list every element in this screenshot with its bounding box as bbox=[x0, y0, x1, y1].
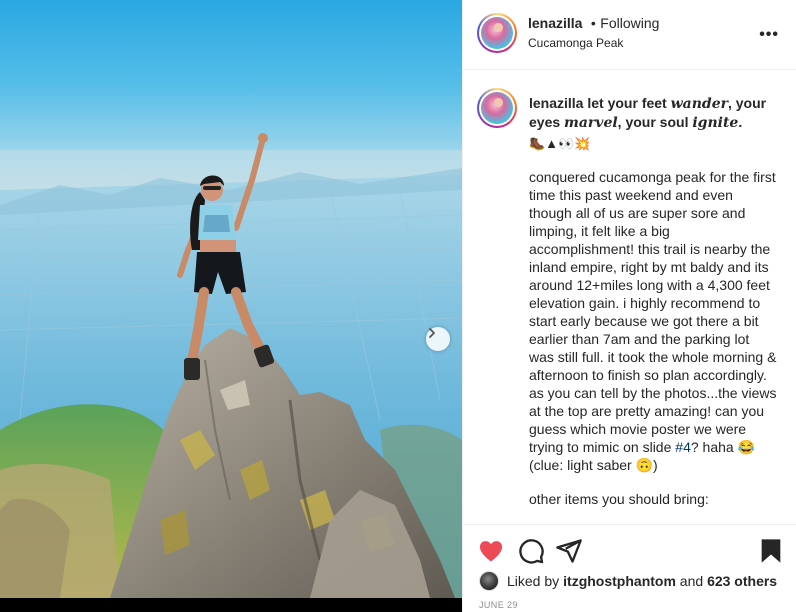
likes-summary: Liked by itzghostphantom and 623 others bbox=[479, 568, 777, 594]
caption-body-text: conquered cucamonga peak for the first t… bbox=[529, 169, 777, 455]
liker-avatar[interactable] bbox=[479, 571, 499, 591]
caption-title-3: , your soul bbox=[617, 114, 693, 130]
caption-text: lenazilla let your feet wander, your eye… bbox=[529, 94, 777, 508]
save-button[interactable] bbox=[757, 537, 785, 565]
likes-prefix: Liked by bbox=[507, 573, 560, 589]
likes-others-link[interactable]: 623 others bbox=[707, 573, 777, 589]
following-button[interactable]: Following bbox=[600, 15, 659, 31]
photo-bottom-bar bbox=[0, 598, 462, 612]
share-button[interactable] bbox=[555, 537, 583, 565]
next-slide-button[interactable] bbox=[426, 327, 450, 351]
location-link[interactable]: Cucamonga Peak bbox=[528, 36, 623, 50]
caption-username[interactable]: lenazilla bbox=[529, 95, 583, 111]
liker-username[interactable]: itzghostphantom bbox=[563, 573, 676, 589]
caption-title: lenazilla let your feet wander, your eye… bbox=[529, 95, 766, 151]
more-options-icon[interactable]: ••• bbox=[759, 26, 779, 44]
likes-middle: and bbox=[675, 573, 708, 589]
chevron-right-icon bbox=[429, 328, 435, 338]
post-date[interactable]: JUNE 29 bbox=[479, 600, 518, 610]
caption-title-ignite: ignite bbox=[692, 115, 739, 131]
bookmark-icon bbox=[761, 539, 781, 563]
caption-title-1: let your feet bbox=[587, 95, 671, 111]
share-icon bbox=[556, 539, 582, 563]
header-separator: • bbox=[590, 15, 596, 31]
caption-next-paragraph: other items you should bring: bbox=[529, 491, 709, 507]
hashtag-link[interactable]: #4 bbox=[675, 439, 691, 455]
caption-title-marvel: marvel bbox=[564, 115, 618, 131]
comment-button[interactable] bbox=[517, 537, 545, 565]
caption-body: conquered cucamonga peak for the first t… bbox=[529, 168, 777, 474]
post-header: lenazilla • Following Cucamonga Peak ••• bbox=[463, 0, 796, 70]
caption-title-4: . bbox=[738, 114, 743, 130]
caption-avatar[interactable] bbox=[477, 88, 517, 128]
avatar[interactable] bbox=[477, 13, 517, 53]
avatar-image bbox=[481, 17, 513, 49]
comment-icon bbox=[519, 539, 544, 564]
post-photo bbox=[0, 0, 462, 598]
post-side-panel: lenazilla • Following Cucamonga Peak •••… bbox=[462, 0, 796, 612]
caption-title-emojis: 🥾▲👀💥 bbox=[529, 136, 591, 151]
heart-icon bbox=[479, 541, 503, 562]
caption-title-wander: wander bbox=[670, 96, 728, 112]
photo-illustration bbox=[0, 133, 462, 598]
caption-avatar-image bbox=[481, 92, 513, 124]
like-button[interactable] bbox=[477, 537, 505, 565]
caption-area: lenazilla let your feet wander, your eye… bbox=[463, 71, 796, 523]
header-username[interactable]: lenazilla bbox=[528, 15, 582, 31]
